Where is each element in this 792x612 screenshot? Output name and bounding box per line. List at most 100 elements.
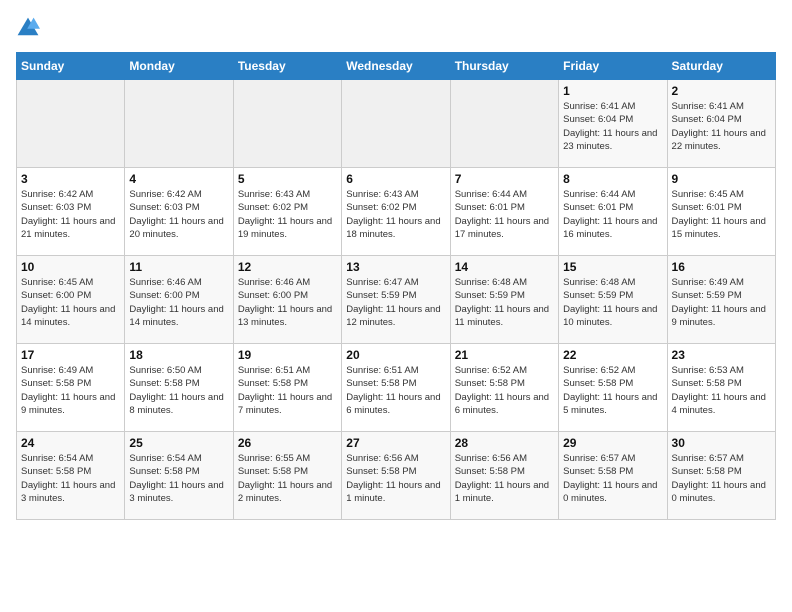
day-info: Sunrise: 6:43 AMSunset: 6:02 PMDaylight:… — [238, 188, 337, 241]
day-number: 11 — [129, 260, 228, 274]
day-number: 14 — [455, 260, 554, 274]
day-info: Sunrise: 6:57 AMSunset: 5:58 PMDaylight:… — [563, 452, 662, 505]
day-info: Sunrise: 6:46 AMSunset: 6:00 PMDaylight:… — [129, 276, 228, 329]
header-cell-wednesday: Wednesday — [342, 53, 450, 80]
day-info: Sunrise: 6:41 AMSunset: 6:04 PMDaylight:… — [672, 100, 771, 153]
day-info: Sunrise: 6:49 AMSunset: 5:59 PMDaylight:… — [672, 276, 771, 329]
day-number: 13 — [346, 260, 445, 274]
day-cell: 24 Sunrise: 6:54 AMSunset: 5:58 PMDayligh… — [17, 432, 125, 520]
day-cell: 29 Sunrise: 6:57 AMSunset: 5:58 PMDayligh… — [559, 432, 667, 520]
day-number: 9 — [672, 172, 771, 186]
day-number: 19 — [238, 348, 337, 362]
day-cell — [342, 80, 450, 168]
day-number: 15 — [563, 260, 662, 274]
day-number: 1 — [563, 84, 662, 98]
day-number: 29 — [563, 436, 662, 450]
day-cell: 5Sunrise: 6:43 AMSunset: 6:02 PMDaylight… — [233, 168, 341, 256]
day-info: Sunrise: 6:42 AMSunset: 6:03 PMDaylight:… — [129, 188, 228, 241]
day-cell: 18 Sunrise: 6:50 AMSunset: 5:58 PMDayligh… — [125, 344, 233, 432]
day-number: 20 — [346, 348, 445, 362]
day-cell: 26 Sunrise: 6:55 AMSunset: 5:58 PMDayligh… — [233, 432, 341, 520]
day-cell: 19 Sunrise: 6:51 AMSunset: 5:58 PMDayligh… — [233, 344, 341, 432]
day-number: 6 — [346, 172, 445, 186]
day-info: Sunrise: 6:46 AMSunset: 6:00 PMDaylight:… — [238, 276, 337, 329]
day-number: 8 — [563, 172, 662, 186]
day-info: Sunrise: 6:51 AMSunset: 5:58 PMDaylight:… — [238, 364, 337, 417]
day-cell: 10 Sunrise: 6:45 AMSunset: 6:00 PMDayligh… — [17, 256, 125, 344]
day-info: Sunrise: 6:52 AMSunset: 5:58 PMDaylight:… — [455, 364, 554, 417]
day-info: Sunrise: 6:50 AMSunset: 5:58 PMDaylight:… — [129, 364, 228, 417]
day-cell: 4 Sunrise: 6:42 AMSunset: 6:03 PMDaylight… — [125, 168, 233, 256]
day-cell: 30 Sunrise: 6:57 AMSunset: 5:58 PMDayligh… — [667, 432, 775, 520]
week-row-2: 10 Sunrise: 6:45 AMSunset: 6:00 PMDayligh… — [17, 256, 776, 344]
logo — [16, 16, 44, 40]
day-cell — [233, 80, 341, 168]
week-row-4: 24 Sunrise: 6:54 AMSunset: 5:58 PMDayligh… — [17, 432, 776, 520]
page-header — [16, 16, 776, 40]
logo-icon — [16, 16, 40, 40]
day-number: 23 — [672, 348, 771, 362]
week-row-0: 1 Sunrise: 6:41 AMSunset: 6:04 PMDaylight… — [17, 80, 776, 168]
day-cell: 16Sunrise: 6:49 AMSunset: 5:59 PMDayligh… — [667, 256, 775, 344]
week-row-1: 3 Sunrise: 6:42 AMSunset: 6:03 PMDaylight… — [17, 168, 776, 256]
day-cell: 13 Sunrise: 6:47 AMSunset: 5:59 PMDayligh… — [342, 256, 450, 344]
day-info: Sunrise: 6:52 AMSunset: 5:58 PMDaylight:… — [563, 364, 662, 417]
day-number: 30 — [672, 436, 771, 450]
day-number: 3 — [21, 172, 120, 186]
day-cell: 9 Sunrise: 6:45 AMSunset: 6:01 PMDaylight… — [667, 168, 775, 256]
header-cell-thursday: Thursday — [450, 53, 558, 80]
day-number: 25 — [129, 436, 228, 450]
day-info: Sunrise: 6:41 AMSunset: 6:04 PMDaylight:… — [563, 100, 662, 153]
day-cell — [125, 80, 233, 168]
day-cell: 22 Sunrise: 6:52 AMSunset: 5:58 PMDayligh… — [559, 344, 667, 432]
day-info: Sunrise: 6:57 AMSunset: 5:58 PMDaylight:… — [672, 452, 771, 505]
day-info: Sunrise: 6:56 AMSunset: 5:58 PMDaylight:… — [346, 452, 445, 505]
header-cell-friday: Friday — [559, 53, 667, 80]
header-cell-sunday: Sunday — [17, 53, 125, 80]
day-cell: 14Sunrise: 6:48 AMSunset: 5:59 PMDayligh… — [450, 256, 558, 344]
day-number: 18 — [129, 348, 228, 362]
day-info: Sunrise: 6:51 AMSunset: 5:58 PMDaylight:… — [346, 364, 445, 417]
day-cell: 27 Sunrise: 6:56 AMSunset: 5:58 PMDayligh… — [342, 432, 450, 520]
day-info: Sunrise: 6:47 AMSunset: 5:59 PMDaylight:… — [346, 276, 445, 329]
day-info: Sunrise: 6:49 AMSunset: 5:58 PMDaylight:… — [21, 364, 120, 417]
day-cell: 23 Sunrise: 6:53 AMSunset: 5:58 PMDayligh… — [667, 344, 775, 432]
day-cell: 21Sunrise: 6:52 AMSunset: 5:58 PMDayligh… — [450, 344, 558, 432]
day-info: Sunrise: 6:43 AMSunset: 6:02 PMDaylight:… — [346, 188, 445, 241]
day-cell: 12 Sunrise: 6:46 AMSunset: 6:00 PMDayligh… — [233, 256, 341, 344]
day-number: 22 — [563, 348, 662, 362]
day-info: Sunrise: 6:55 AMSunset: 5:58 PMDaylight:… — [238, 452, 337, 505]
day-number: 2 — [672, 84, 771, 98]
day-info: Sunrise: 6:42 AMSunset: 6:03 PMDaylight:… — [21, 188, 120, 241]
day-cell: 8 Sunrise: 6:44 AMSunset: 6:01 PMDaylight… — [559, 168, 667, 256]
day-cell: 11 Sunrise: 6:46 AMSunset: 6:00 PMDayligh… — [125, 256, 233, 344]
calendar-table: SundayMondayTuesdayWednesdayThursdayFrid… — [16, 52, 776, 520]
calendar-body: 1 Sunrise: 6:41 AMSunset: 6:04 PMDaylight… — [17, 80, 776, 520]
day-number: 26 — [238, 436, 337, 450]
day-info: Sunrise: 6:44 AMSunset: 6:01 PMDaylight:… — [563, 188, 662, 241]
day-cell: 6 Sunrise: 6:43 AMSunset: 6:02 PMDaylight… — [342, 168, 450, 256]
day-cell: 7Sunrise: 6:44 AMSunset: 6:01 PMDaylight… — [450, 168, 558, 256]
day-number: 17 — [21, 348, 120, 362]
day-number: 28 — [455, 436, 554, 450]
day-info: Sunrise: 6:56 AMSunset: 5:58 PMDaylight:… — [455, 452, 554, 505]
day-number: 27 — [346, 436, 445, 450]
header-cell-monday: Monday — [125, 53, 233, 80]
day-info: Sunrise: 6:45 AMSunset: 6:00 PMDaylight:… — [21, 276, 120, 329]
day-cell: 20 Sunrise: 6:51 AMSunset: 5:58 PMDayligh… — [342, 344, 450, 432]
day-info: Sunrise: 6:54 AMSunset: 5:58 PMDaylight:… — [129, 452, 228, 505]
header-row: SundayMondayTuesdayWednesdayThursdayFrid… — [17, 53, 776, 80]
day-number: 10 — [21, 260, 120, 274]
day-cell: 3 Sunrise: 6:42 AMSunset: 6:03 PMDaylight… — [17, 168, 125, 256]
day-number: 12 — [238, 260, 337, 274]
day-number: 24 — [21, 436, 120, 450]
day-cell: 1 Sunrise: 6:41 AMSunset: 6:04 PMDaylight… — [559, 80, 667, 168]
day-number: 4 — [129, 172, 228, 186]
day-info: Sunrise: 6:53 AMSunset: 5:58 PMDaylight:… — [672, 364, 771, 417]
day-info: Sunrise: 6:44 AMSunset: 6:01 PMDaylight:… — [455, 188, 554, 241]
day-cell: 2 Sunrise: 6:41 AMSunset: 6:04 PMDaylight… — [667, 80, 775, 168]
day-info: Sunrise: 6:54 AMSunset: 5:58 PMDaylight:… — [21, 452, 120, 505]
week-row-3: 17 Sunrise: 6:49 AMSunset: 5:58 PMDayligh… — [17, 344, 776, 432]
day-info: Sunrise: 6:45 AMSunset: 6:01 PMDaylight:… — [672, 188, 771, 241]
day-cell: 17 Sunrise: 6:49 AMSunset: 5:58 PMDayligh… — [17, 344, 125, 432]
